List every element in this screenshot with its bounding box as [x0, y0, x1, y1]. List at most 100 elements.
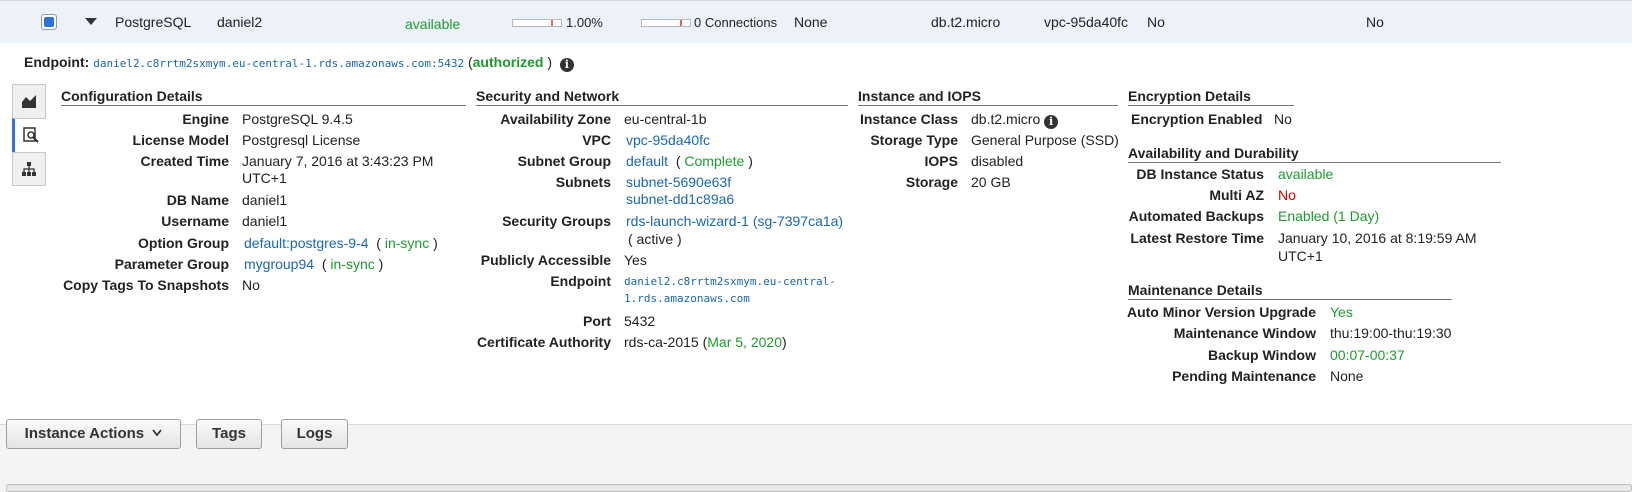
chevron-down-icon [152, 429, 163, 437]
endpoint-value-line2[interactable]: 1.rds.amazonaws.com [624, 292, 750, 305]
publicly-accessible-label: Publicly Accessible [480, 252, 611, 268]
endpoint-paren-close: ) [547, 54, 552, 70]
availability-durability-heading: Availability and Durability [1128, 145, 1501, 163]
iops-value: disabled [971, 153, 1024, 169]
license-model-label: License Model [132, 132, 229, 148]
parameter-group-link[interactable]: mygroup94 [244, 256, 314, 272]
storage-type-value: General Purpose (SSD) [971, 132, 1119, 148]
encryption-enabled-label: Encryption Enabled [1131, 111, 1263, 127]
db-instance-status-value: available [1278, 166, 1334, 182]
encryption-enabled-value: No [1274, 111, 1292, 127]
engine-label: Engine [182, 111, 229, 127]
hierarchy-icon [22, 162, 36, 176]
subnet-group-link[interactable]: default [626, 153, 668, 169]
maintenance-window-label: Maintenance Window [1173, 325, 1316, 341]
row-db-identifier[interactable]: daniel2 [217, 14, 262, 30]
row-status: available [405, 16, 461, 32]
option-group-label: Option Group [138, 235, 229, 251]
port-label: Port [583, 313, 611, 329]
availability-zone-label: Availability Zone [500, 111, 611, 127]
vpc-label: VPC [582, 132, 611, 148]
configuration-details-heading: Configuration Details [61, 88, 466, 106]
automated-backups-value: Enabled (1 Day) [1278, 208, 1380, 224]
connections-bar-fill [680, 20, 682, 26]
instance-class-label: Instance Class [859, 111, 958, 127]
engine-value: PostgreSQL 9.4.5 [242, 111, 353, 127]
latest-restore-time-value: January 10, 2016 at 8:19:59 AM [1278, 230, 1477, 246]
username-label: Username [161, 213, 229, 229]
instance-iops-heading: Instance and IOPS [858, 88, 1118, 106]
endpoint-auth-status: authorized [472, 54, 544, 70]
license-model-value: Postgresql License [242, 132, 361, 148]
subnet-group-value: default ( Complete ) [626, 153, 753, 169]
parameter-group-status: in-sync [330, 256, 375, 272]
endpoint-header: Endpoint: daniel2.c8rrtm2sxmym.eu-centra… [24, 54, 574, 72]
backup-window-value: 00:07-00:37 [1330, 347, 1405, 363]
row-engine: PostgreSQL [115, 14, 192, 30]
subnet-group-status: Complete [684, 153, 745, 169]
subnet-link-2[interactable]: subnet-dd1c89a6 [626, 191, 734, 207]
created-time-tz: UTC+1 [242, 170, 287, 186]
info-icon[interactable]: i [559, 58, 574, 72]
horizontal-scrollbar[interactable] [6, 484, 1632, 492]
detail-side-tabs [12, 84, 46, 186]
vpc-link[interactable]: vpc-95da40fc [626, 132, 710, 148]
instance-actions-label: Instance Actions [24, 425, 145, 442]
storage-type-label: Storage Type [870, 132, 958, 148]
certificate-authority-label: Certificate Authority [476, 334, 611, 350]
endpoint-header-value[interactable]: daniel2.c8rrtm2sxmym.eu-central-1.rds.am… [93, 57, 464, 70]
parameter-group-label: Parameter Group [114, 256, 229, 272]
cpu-bar-fill [551, 20, 553, 26]
security-groups-label: Security Groups [502, 213, 611, 229]
encryption-details-heading: Encryption Details [1128, 88, 1294, 106]
checkbox-check [44, 17, 54, 27]
collapse-arrow-icon[interactable] [85, 18, 97, 25]
parameter-group-value: mygroup94 ( in-sync ) [244, 256, 384, 272]
publicly-accessible-value: Yes [624, 252, 647, 268]
tab-hierarchy[interactable] [12, 152, 46, 186]
username-value: daniel1 [242, 213, 288, 229]
option-group-link[interactable]: default:postgres-9-4 [244, 235, 369, 251]
row-vpc: vpc-95da40fc [1044, 14, 1129, 30]
tab-monitoring[interactable] [12, 84, 46, 118]
availability-zone-value: eu-central-1b [624, 111, 707, 127]
subnet-group-label: Subnet Group [517, 153, 611, 169]
subnet-link-1[interactable]: subnet-5690e63f [626, 174, 731, 190]
subnets-label: Subnets [555, 174, 611, 190]
instance-row[interactable]: PostgreSQL daniel2 available 1.00% 0 Con… [0, 0, 1632, 44]
connections-bar [641, 19, 691, 27]
logs-button[interactable]: Logs [281, 419, 348, 449]
row-cpu: 1.00% [566, 15, 603, 30]
automated-backups-label: Automated Backups [1128, 208, 1264, 224]
multi-az-value: No [1278, 187, 1296, 203]
details-icon [23, 127, 39, 143]
created-time-value: January 7, 2016 at 3:43:23 PM [242, 153, 434, 169]
db-instance-status-label: DB Instance Status [1136, 166, 1264, 182]
security-group-link[interactable]: rds-launch-wizard-1 (sg-7397ca1a) [626, 213, 843, 229]
row-select-checkbox[interactable] [41, 14, 57, 30]
maintenance-details-heading: Maintenance Details [1128, 282, 1452, 300]
storage-label: Storage [905, 174, 958, 190]
backup-window-label: Backup Window [1208, 347, 1316, 363]
endpoint-value-line1[interactable]: daniel2.c8rrtm2sxmym.eu-central- [624, 275, 836, 288]
instance-actions-button[interactable]: Instance Actions [6, 419, 181, 449]
instance-class-info-icon[interactable]: i [1044, 115, 1059, 129]
cpu-bar [512, 19, 562, 27]
row-instance-class: db.t2.micro [931, 14, 1001, 30]
db-name-label: DB Name [166, 192, 229, 208]
option-group-status: in-sync [384, 235, 430, 251]
certificate-authority-value: rds-ca-2015 (Mar 5, 2020) [624, 334, 787, 350]
multi-az-label: Multi AZ [1209, 187, 1264, 203]
copy-tags-label: Copy Tags To Snapshots [63, 277, 229, 293]
tab-details[interactable] [12, 118, 46, 152]
auto-minor-upgrade-value: Yes [1330, 304, 1353, 320]
maintenance-window-value: thu:19:00-thu:19:30 [1330, 325, 1452, 341]
instance-class-value: db.t2.micro i [971, 111, 1059, 129]
ca-date: Mar 5, 2020 [707, 334, 782, 350]
db-name-value: daniel1 [242, 192, 288, 208]
row-replication: No [1366, 14, 1384, 30]
iops-label: IOPS [924, 153, 958, 169]
instance-class-text: db.t2.micro [971, 111, 1041, 127]
pending-maintenance-value: None [1330, 368, 1364, 384]
tags-button[interactable]: Tags [196, 419, 262, 449]
